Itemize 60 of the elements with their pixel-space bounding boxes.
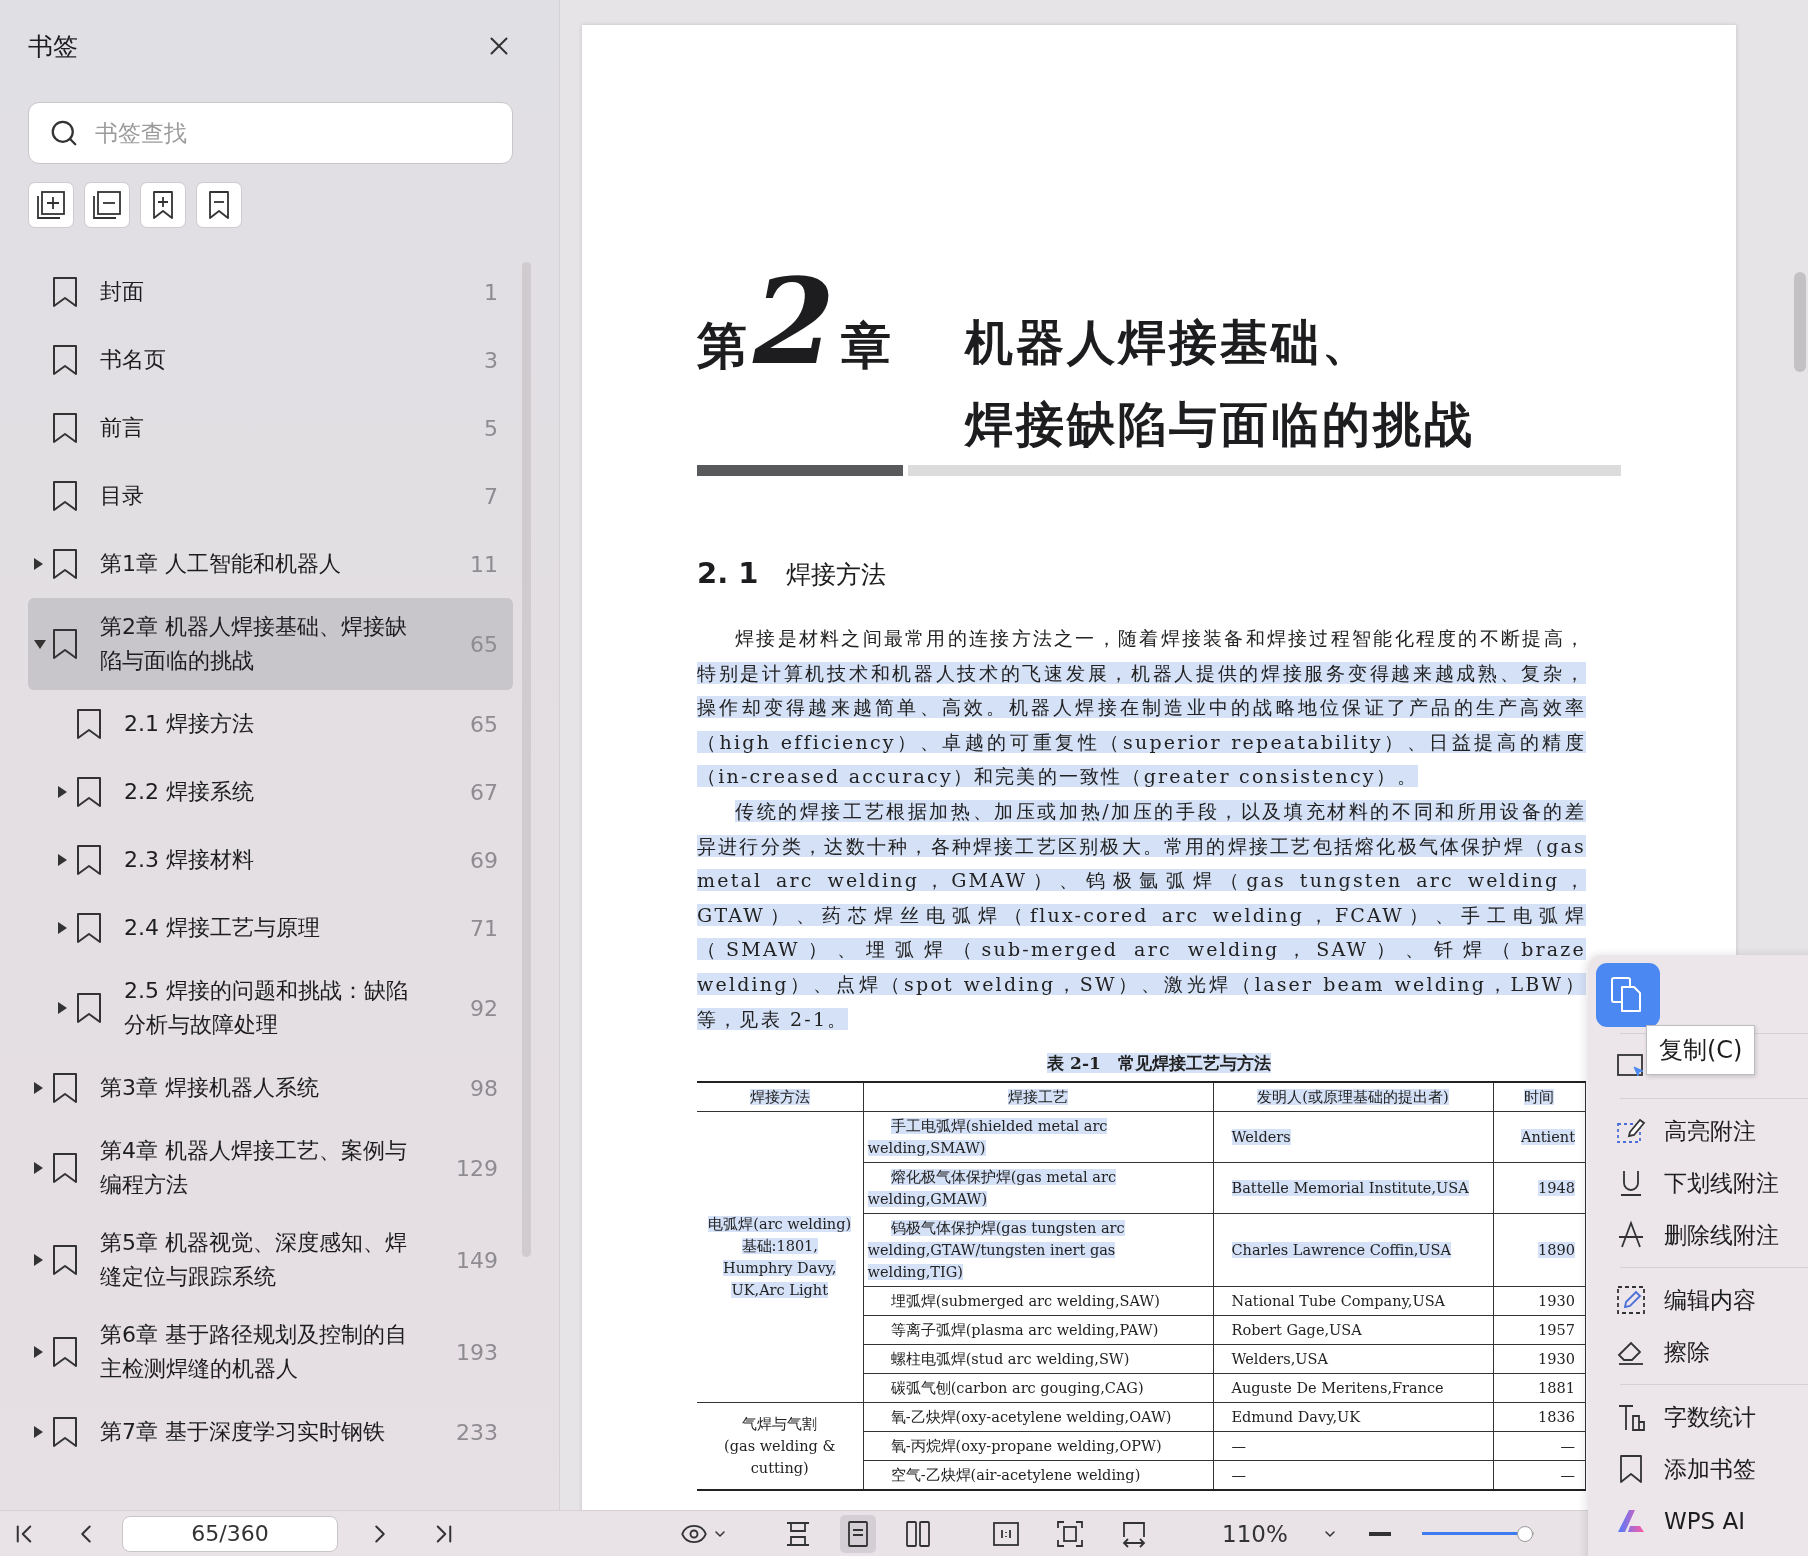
page-number: 65 xyxy=(469,631,498,657)
page-number: 149 xyxy=(455,1247,498,1273)
table-cell: 氧-乙炔焊(oxy-acetylene welding,OAW) xyxy=(863,1402,1213,1432)
body-paragraph: 焊接是材料之间最常用的连接方法之一，随着焊接装备和焊接过程智能化程度的不断提高， 特别是计算机技术和机器人技术的飞速发展，机器人提供的焊接服务变得越来越成熟、复杂，操作却变得越来越简单、高效。机器人焊接在制造业中的战略地位保证了产品的生产高效率（high efficiency）、卓越的可重复性（superior repeatability）、日益提高的精度（in-creased accuracy）和完美的一致性（greater consistency）。 xyxy=(697,626,1586,790)
table-cell: Robert Gage,USA xyxy=(1213,1315,1493,1345)
table-cell: 熔化极气体保护焊(gas metal arc welding,GMAW) xyxy=(863,1162,1213,1214)
column-header: 焊接方法 xyxy=(697,1082,863,1112)
chapter-number: 2 xyxy=(753,263,836,381)
page-number: 5 xyxy=(483,415,498,441)
page-number: 129 xyxy=(455,1155,498,1181)
table-cell: 埋弧焊(submerged arc welding,SAW) xyxy=(863,1286,1213,1316)
table-cell: 1948 xyxy=(1493,1162,1586,1214)
page-number: 1 xyxy=(483,279,498,305)
table-cell: Charles Lawrence Coffin,USA xyxy=(1213,1213,1493,1287)
table-cell: Auguste De Meritens,France xyxy=(1213,1373,1493,1403)
section-number: 2. 1 xyxy=(697,556,759,590)
table-cell: 1957 xyxy=(1493,1315,1586,1345)
table-cell: 1881 xyxy=(1493,1373,1586,1403)
body-paragraph: 传统的焊接工艺根据加热、加压或加热/加压的手段，以及填充材料的不同和所用设备的差异进行分类，达数十种，各种焊接工艺区别极大。常用的焊接工艺包括熔化极气体保护焊（gas metal arc welding，GMAW）、钨极氩弧焊（gas tungsten arc welding，GTAW）、药芯焊丝电弧焊（flux-cored arc welding，FCAW）、手工电弧焊（SMAW）、埋弧焊（sub-merged arc welding，SAW）、钎焊（braze welding）、点焊（spot welding，SW）、激光焊（laser beam welding，LBW）等，见表 2-1。 xyxy=(697,798,1586,1032)
table-cell: National Tube Company,USA xyxy=(1213,1286,1493,1316)
page-number: 233 xyxy=(455,1419,498,1445)
table-cell: — xyxy=(1493,1431,1586,1461)
chapter-title: 机器人焊接基础、 xyxy=(965,313,1374,372)
table-cell: Welders xyxy=(1213,1111,1493,1163)
page-number: 3 xyxy=(483,347,498,373)
zoom-value: 110% xyxy=(1222,1520,1288,1547)
table-cell: Welders,USA xyxy=(1213,1344,1493,1374)
table-cell: 钨极气体保护焊(gas tungsten arc welding,GTAW/tungsten inert gas welding,TIG) xyxy=(863,1213,1213,1287)
table-cell: 1836 xyxy=(1493,1402,1586,1432)
page-number: 193 xyxy=(455,1339,498,1365)
table-cell: 碳弧气刨(carbon arc gouging,CAG) xyxy=(863,1373,1213,1403)
table-cell: 1890 xyxy=(1493,1213,1586,1287)
page-number: 67 xyxy=(469,779,498,805)
column-header: 发明人(或原理基础的提出者) xyxy=(1213,1082,1493,1112)
chapter-title: 焊接缺陷与面临的挑战 xyxy=(965,395,1475,454)
page-number: 98 xyxy=(469,1075,498,1101)
table-cell: 氧-丙烷焊(oxy-propane welding,OPW) xyxy=(863,1431,1213,1461)
table-cell: 手工电弧焊(shielded metal arc welding,SMAW) xyxy=(863,1111,1213,1163)
chapter-label: 第 xyxy=(697,316,747,377)
table-cell: 电弧焊(arc welding) 基础:1801, Humphry Davy, UK,Arc Light xyxy=(697,1111,863,1403)
sidebar-title: 书签 xyxy=(28,30,78,63)
page-number: 65 xyxy=(469,711,498,737)
column-header: 时间 xyxy=(1493,1082,1586,1112)
page-number: 11 xyxy=(469,551,498,577)
table-cell: Edmund Davy,UK xyxy=(1213,1402,1493,1432)
table-cell: 螺柱电弧焊(stud arc welding,SW) xyxy=(863,1344,1213,1374)
chapter-label: 章 xyxy=(841,316,892,377)
page-number: 69 xyxy=(469,847,498,873)
page-number: 92 xyxy=(469,995,498,1021)
table-cell: 1930 xyxy=(1493,1286,1586,1316)
table-cell: 1930 xyxy=(1493,1344,1586,1374)
table-cell: Battelle Memorial Institute,USA xyxy=(1213,1162,1493,1214)
section-title: 焊接方法 xyxy=(786,559,887,591)
table-cell: Antient xyxy=(1493,1111,1586,1163)
tooltip: 复制(C) xyxy=(1646,1025,1756,1075)
page-number: 71 xyxy=(469,915,498,941)
page-number: 7 xyxy=(483,483,498,509)
table-cell: 等离子弧焊(plasma arc welding,PAW) xyxy=(863,1315,1213,1345)
table-cell: — xyxy=(1213,1431,1493,1461)
column-header: 焊接工艺 xyxy=(863,1082,1213,1112)
